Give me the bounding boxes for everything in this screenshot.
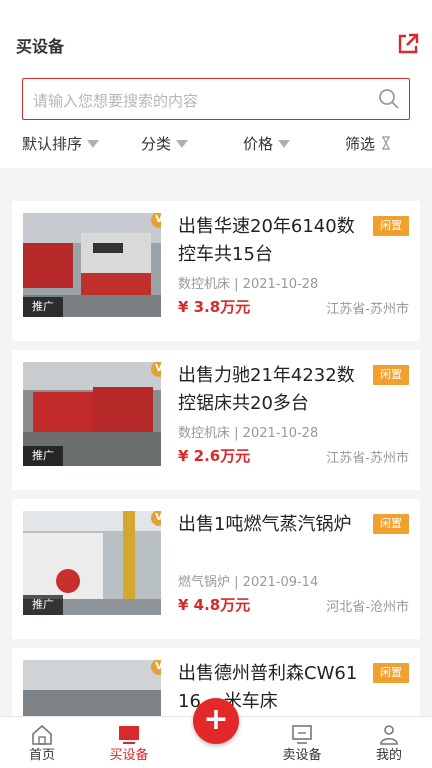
dropdown-triangle-icon	[278, 139, 291, 148]
listing-category: 数控机床	[178, 277, 231, 292]
top-header: 买设备 请输入您想要搜索的内容 默认排序 分类 价格 筛选	[0, 0, 432, 168]
listing-card[interactable]: V 推广 出售1吨燃气蒸汽锅炉 闲置 燃气锅炉 | 2021-09-14 ¥ 4…	[12, 499, 420, 639]
listing-date: 2021-09-14	[242, 575, 319, 590]
listing-category: 燃气锅炉	[178, 575, 231, 590]
search-icon[interactable]	[377, 87, 401, 111]
nav-home-label: 首页	[28, 748, 55, 763]
promo-label: 推广	[23, 595, 63, 615]
nav-mine[interactable]: 我的	[349, 717, 429, 768]
verified-icon: V	[151, 660, 161, 675]
listing-price: ¥ 3.8万元	[178, 298, 251, 316]
idle-badge: 闲置	[373, 216, 409, 236]
listing-image: V	[23, 660, 161, 716]
listing-date: 2021-10-28	[242, 426, 319, 441]
idle-badge: 闲置	[373, 514, 409, 534]
nav-buy-label: 买设备	[109, 748, 149, 763]
verified-icon: V	[151, 511, 161, 526]
nav-home[interactable]: 首页	[2, 717, 82, 768]
listing-location: 江苏省-苏州市	[326, 451, 409, 466]
verified-icon: V	[151, 362, 161, 377]
nav-sell-label: 卖设备	[282, 748, 322, 763]
listing-price: ¥ 4.8万元	[178, 596, 251, 614]
listing-card[interactable]: V 推广 出售华速20年6140数控车共15台 闲置 数控机床 | 2021-1…	[12, 201, 420, 341]
listing-title: 出售1吨燃气蒸汽锅炉	[178, 514, 352, 535]
filter-category-label: 分类	[141, 134, 172, 153]
listing-image: V 推广	[23, 362, 161, 466]
listing-image: V 推广	[23, 213, 161, 317]
listing-date: 2021-10-28	[242, 277, 319, 292]
share-icon[interactable]	[396, 32, 420, 56]
filter-bar: 默认排序 分类 价格 筛选	[0, 130, 432, 156]
filter-sort-label: 默认排序	[22, 134, 83, 153]
listing-meta: 数控机床 | 2021-10-28	[178, 273, 318, 292]
listing-title: 出售力驰21年4232数控锯床共20多台	[178, 365, 355, 414]
listing-location: 河北省-沧州市	[326, 600, 409, 615]
factory-photo-icon	[23, 660, 161, 716]
page-title: 买设备	[16, 37, 65, 56]
publish-button[interactable]: +	[193, 698, 239, 744]
filter-screen[interactable]: 筛选	[345, 130, 391, 156]
meta-divider: |	[234, 575, 243, 590]
search-input[interactable]: 请输入您想要搜索的内容	[22, 78, 410, 120]
listing-card[interactable]: V 推广 出售力驰21年4232数控锯床共20多台 闲置 数控机床 | 2021…	[12, 350, 420, 490]
filter-price[interactable]: 价格	[243, 130, 291, 156]
filter-price-label: 价格	[243, 134, 274, 153]
filter-category[interactable]: 分类	[141, 130, 189, 156]
hourglass-icon	[382, 136, 391, 150]
listing-image: V 推广	[23, 511, 161, 615]
listing-title: 出售华速20年6140数控车共15台	[178, 216, 355, 265]
listing-price: ¥ 2.6万元	[178, 447, 251, 465]
meta-divider: |	[234, 277, 243, 292]
dropdown-triangle-icon	[87, 139, 100, 148]
verified-icon: V	[151, 213, 161, 228]
idle-badge: 闲置	[373, 663, 409, 683]
listing-category: 数控机床	[178, 426, 231, 441]
promo-label: 推广	[23, 297, 63, 317]
listing-meta: 数控机床 | 2021-10-28	[178, 422, 318, 441]
nav-mine-label: 我的	[375, 748, 402, 763]
promo-label: 推广	[23, 446, 63, 466]
idle-badge: 闲置	[373, 365, 409, 385]
dropdown-triangle-icon	[176, 139, 189, 148]
search-placeholder: 请输入您想要搜索的内容	[33, 92, 199, 110]
nav-sell[interactable]: 卖设备	[262, 717, 342, 768]
meta-divider: |	[234, 426, 243, 441]
filter-screen-label: 筛选	[345, 134, 376, 153]
nav-buy[interactable]: 买设备	[89, 717, 169, 768]
listing-location: 江苏省-苏州市	[326, 302, 409, 317]
listing-meta: 燃气锅炉 | 2021-09-14	[178, 571, 318, 590]
filter-sort[interactable]: 默认排序	[22, 130, 100, 156]
